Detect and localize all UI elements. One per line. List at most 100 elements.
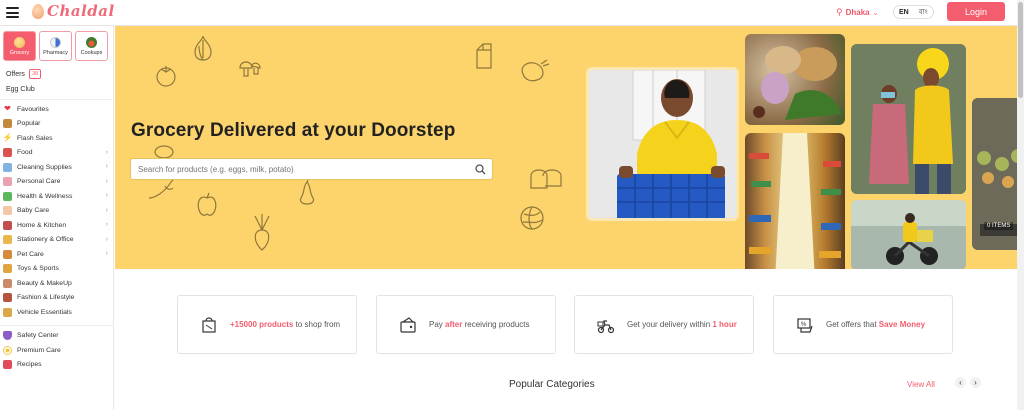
sidebar-item-beauty-makeup[interactable]: Beauty & MakeUp (0, 276, 113, 291)
cart-items-badge[interactable]: 0 ITEMS (984, 222, 1014, 230)
sidebar-item-vehicle-essentials[interactable]: Vehicle Essentials (0, 305, 113, 320)
top-header: Chaldal ⚲ Dhaka ⌄ EN বাং Login (0, 0, 1017, 26)
hamburger-menu-icon[interactable] (6, 7, 19, 18)
feature-highlight: +15000 products (230, 319, 294, 329)
radish-doodle-icon (254, 214, 270, 251)
sidebar-item-health-wellness[interactable]: Health & Wellness › (0, 189, 113, 204)
tab-grocery[interactable]: Grocery (3, 31, 36, 61)
sidebar-item-personal-care[interactable]: Personal Care › (0, 175, 113, 190)
apple-doodle-icon (197, 192, 217, 216)
milk-carton-doodle-icon (476, 43, 492, 69)
home-kitchen-icon (3, 220, 12, 230)
scroll-thumb[interactable] (1018, 2, 1023, 98)
sidebar-menu: ❤ Favourites Popular ⚡ Flash Sales Food … (0, 102, 113, 372)
sidebar-item-stationery-office[interactable]: Stationery & Office › (0, 233, 113, 248)
chevron-right-icon: › (105, 148, 108, 156)
lang-bn[interactable]: বাং (914, 6, 933, 18)
chevron-right-icon: › (105, 163, 108, 170)
pet-care-icon (3, 249, 12, 259)
language-toggle[interactable]: EN বাং (893, 5, 934, 19)
chevron-right-icon: › (105, 221, 108, 228)
delivery-man-illustration (589, 70, 736, 218)
feature-card-pay-after: Pay after receiving products (376, 295, 556, 354)
scooter-icon (597, 319, 615, 333)
sidebar-item-premium-care[interactable]: Premium Care (0, 343, 113, 358)
sidebar-item-recipes[interactable]: Recipes (0, 358, 113, 373)
sidebar-item-label: Recipes (17, 361, 42, 369)
popular-icon (3, 119, 12, 129)
sidebar-item-cleaning-supplies[interactable]: Cleaning Supplies › (0, 160, 113, 175)
offer-icon: % (797, 317, 813, 333)
tab-grocery-label: Grocery (9, 49, 30, 56)
sidebar-item-flash-sales[interactable]: ⚡ Flash Sales (0, 131, 113, 146)
feature-card-products: +15000 products to shop from (177, 295, 357, 354)
chevron-down-icon: ⌄ (872, 9, 879, 17)
sidebar-item-pet-care[interactable]: Pet Care › (0, 247, 113, 262)
offers-link[interactable]: Offers 38 (0, 68, 113, 80)
login-button[interactable]: Login (947, 2, 1005, 21)
chevron-right-icon: › (105, 177, 108, 185)
shield-icon (3, 331, 12, 341)
sidebar-item-popular[interactable]: Popular (0, 117, 113, 132)
page-scrollbar[interactable] (1017, 0, 1024, 410)
tomato-doodle-icon (156, 66, 176, 87)
search-input[interactable] (138, 164, 468, 174)
view-all-link[interactable]: View All (907, 380, 935, 389)
feature-text-pre: Get your delivery within (627, 319, 713, 329)
tab-cookups-label: Cookups (80, 49, 103, 56)
sidebar-item-label: Health & Wellness (17, 192, 73, 200)
chevron-right-icon: › (105, 235, 108, 243)
egg-club-link[interactable]: Egg Club (0, 82, 113, 96)
feature-highlight: after (445, 319, 463, 329)
location-pin-icon: ⚲ (836, 7, 843, 17)
feature-text: Pay after receiving products (429, 319, 530, 330)
logo-text: Chaldal (47, 2, 115, 20)
chevron-right-icon[interactable]: › (970, 377, 981, 388)
offers-count-badge: 38 (28, 69, 42, 79)
sidebar-item-label: Stationery & Office (17, 236, 74, 244)
chevron-right-icon: › (105, 192, 108, 199)
bag-icon (202, 316, 216, 333)
chevron-left-icon[interactable]: ‹ (955, 377, 966, 388)
flash-icon: ⚡ (2, 133, 13, 143)
lang-en[interactable]: EN (894, 6, 914, 18)
health-icon (3, 191, 12, 201)
vehicle-icon (3, 307, 12, 317)
sidebar-divider (0, 324, 113, 326)
sidebar-item-home-kitchen[interactable]: Home & Kitchen › (0, 218, 113, 233)
search-icon[interactable] (475, 164, 486, 175)
tab-pharmacy[interactable]: Pharmacy (39, 31, 72, 61)
sidebar-item-baby-care[interactable]: Baby Care › (0, 204, 113, 219)
recipe-icon (3, 360, 12, 370)
sidebar-item-favourites[interactable]: ❤ Favourites (0, 102, 113, 117)
sidebar-item-fashion-lifestyle[interactable]: Fashion & Lifestyle (0, 291, 113, 306)
market-illustration (851, 44, 966, 194)
feature-text-pre: Get offers that (826, 319, 879, 329)
location-label: Dhaka (845, 8, 870, 17)
sidebar-item-label: Popular (17, 120, 41, 128)
sidebar-item-label: Beauty & MakeUp (17, 279, 72, 287)
sidebar-item-safety-center[interactable]: Safety Center (0, 329, 113, 344)
cookups-icon (86, 36, 97, 48)
onion-doodle-icon (194, 35, 212, 61)
sidebar-item-label: Food (17, 149, 33, 157)
beauty-icon (3, 278, 12, 288)
location-selector[interactable]: ⚲ Dhaka ⌄ (836, 7, 878, 18)
store-shelf-photo: 0 ITEMS (972, 98, 1017, 250)
tab-cookups[interactable]: Cookups (75, 31, 108, 61)
heart-icon: ❤ (4, 104, 11, 114)
grocery-icon (14, 36, 25, 48)
search-bar[interactable] (130, 158, 493, 180)
sidebar-item-label: Fashion & Lifestyle (17, 294, 75, 302)
bike-illustration (851, 200, 966, 269)
vegetables-photo (745, 34, 845, 125)
sidebar-item-food[interactable]: Food › (0, 146, 113, 161)
sidebar-item-label: Home & Kitchen (17, 221, 67, 229)
chevron-right-icon: › (105, 250, 108, 257)
supermarket-aisle-photo (745, 133, 845, 269)
sidebar-item-toys-sports[interactable]: Toys & Sports (0, 262, 113, 277)
bread-doodle-icon (530, 169, 562, 189)
sidebar-divider (0, 99, 113, 100)
feature-cards: +15000 products to shop from Pay after r… (177, 295, 953, 354)
logo[interactable]: Chaldal (32, 2, 115, 20)
